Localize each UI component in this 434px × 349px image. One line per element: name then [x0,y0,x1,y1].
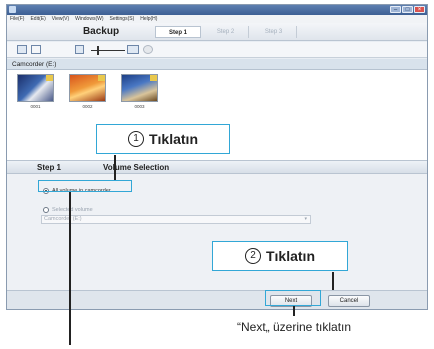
callout-1-number: 1 [127,131,144,147]
video-thumbnail[interactable] [69,74,106,102]
callout-2-number: 2 [244,248,261,264]
thumbnail-caption: 0001 [30,104,41,109]
zoom-out-icon[interactable] [75,45,84,54]
callout-2: 2 Tıklatın [212,241,348,271]
thumbnail-caption: 0003 [134,104,145,109]
tab-step-1: Step 1 [155,26,201,38]
app-icon [9,6,16,13]
menu-file[interactable]: File(F) [10,15,24,23]
left-pointer-line [69,192,71,345]
selected-marker-icon [46,75,53,81]
video-thumbnail[interactable] [17,74,54,102]
menu-windows[interactable]: Windows(W) [75,15,103,23]
maximize-button[interactable]: □ [402,6,413,13]
title-bar: – □ × [7,5,427,15]
menu-edit[interactable]: Edit(E) [30,15,45,23]
callout-1-pointer [114,155,116,181]
step-header: Step 1 Volume Selection [7,160,427,174]
close-button[interactable]: × [414,6,425,13]
toolbar [7,42,427,58]
menu-bar: File(F) Edit(E) View(V) Windows(W) Setti… [7,15,427,23]
step-number: Step 1 [37,163,62,172]
menu-settings[interactable]: Settings(S) [110,15,135,23]
next-highlight [265,290,321,306]
zoom-slider-handle[interactable] [97,46,99,55]
step-bar: Backup Step 1 Step 2 Step 3 [7,23,427,41]
callout-2-text: Tıklatın [265,248,315,264]
selected-marker-icon [98,75,105,81]
selected-marker-icon [150,75,157,81]
tab-step-3: Step 3 [251,26,297,38]
callout-2-pointer [332,272,334,290]
all-volume-highlight [38,180,132,192]
zoom-in-icon[interactable] [127,45,139,54]
callout-1-text: Tıklatın [148,131,198,147]
tab-step-2: Step 2 [203,26,249,38]
step-title: Volume Selection [103,163,170,172]
menu-view[interactable]: View(V) [52,15,69,23]
callout-1: 1 Tıklatın [96,124,230,154]
chevron-down-icon: ▾ [304,216,307,222]
minimize-button[interactable]: – [390,6,401,13]
caption-pointer [293,306,295,316]
volume-dropdown[interactable]: Camcorder (E:) ▾ [41,215,311,224]
refresh-icon[interactable] [143,45,153,54]
cancel-button[interactable]: Cancel [328,295,370,307]
selected-volume-radio[interactable] [43,207,49,213]
thumbnail-caption: 0002 [82,104,93,109]
instruction-caption: “Next„ üzerine tıklatın [237,320,352,334]
video-thumbnail[interactable] [121,74,158,102]
dropdown-value: Camcorder (E:) [44,216,82,222]
menu-help[interactable]: Help(H) [140,15,157,23]
list-view-icon[interactable] [31,45,41,54]
selected-volume-label[interactable]: Selected volume [52,207,93,213]
source-label: Camcorder (E:) [7,59,427,70]
grid-view-icon[interactable] [17,45,27,54]
page-title: Backup [82,26,120,37]
